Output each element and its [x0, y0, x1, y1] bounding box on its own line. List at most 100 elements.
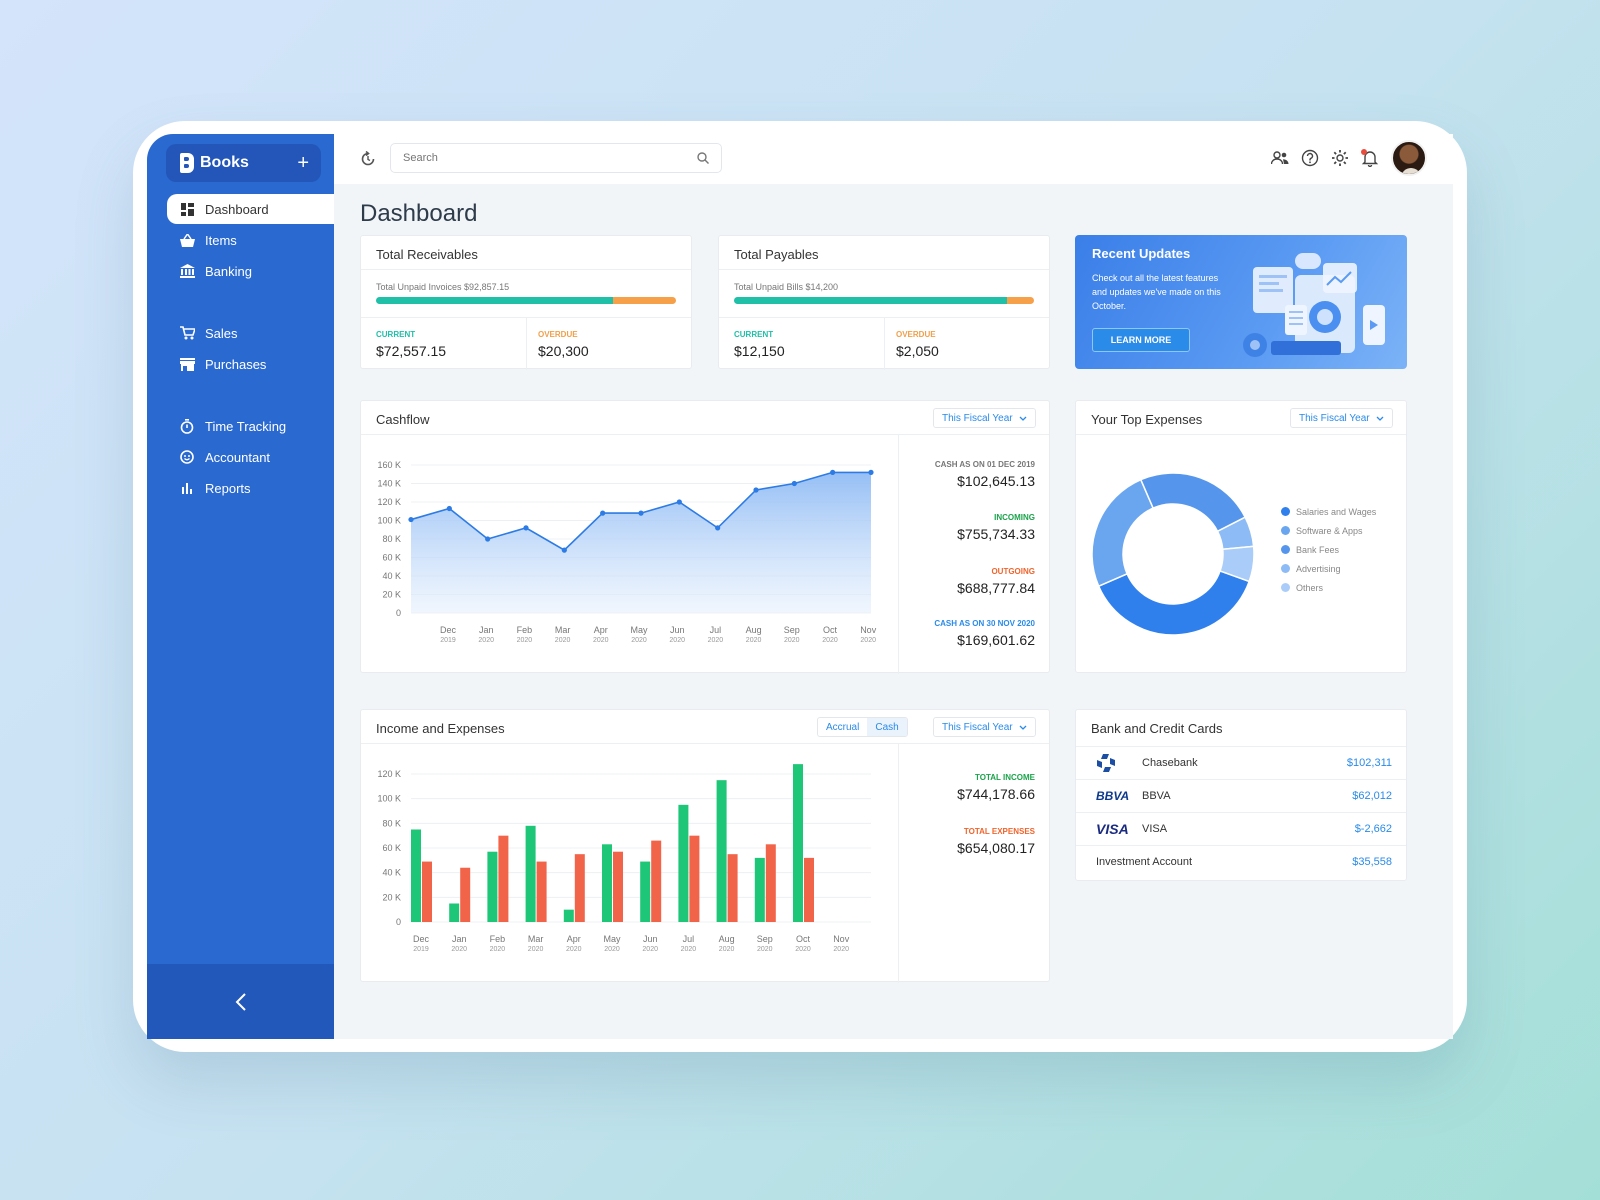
- page-title: Dashboard: [360, 200, 478, 227]
- card-title: Cashflow: [376, 412, 430, 427]
- recent-updates-banner: Recent Updates Check out all the latest …: [1075, 235, 1407, 369]
- incoming-value: $755,734.33: [957, 526, 1035, 542]
- card-title: Total Receivables: [376, 247, 478, 262]
- current-portion: [376, 297, 613, 304]
- sidebar-item-reports[interactable]: Reports: [167, 473, 334, 503]
- sidebar-item-sales[interactable]: Sales: [167, 318, 334, 348]
- x-tick-year: 2020: [822, 637, 838, 644]
- legend-label: Bank Fees: [1296, 544, 1340, 555]
- x-tick-year: 2020: [604, 946, 620, 953]
- unpaid-invoices-text: Total Unpaid Invoices $92,857.15: [376, 282, 510, 292]
- x-tick-year: 2020: [478, 637, 494, 644]
- legend-swatch: [1281, 564, 1290, 573]
- x-tick-year: 2020: [451, 946, 467, 953]
- income-bar: [525, 825, 536, 922]
- dashboard-icon: [179, 201, 195, 217]
- receivables-card: Total Receivables Total Unpaid Invoices …: [360, 235, 692, 370]
- accrual-tab[interactable]: Accrual: [818, 718, 867, 736]
- top-bar-actions: [1271, 140, 1427, 176]
- app-screen: Books + Dashboard Items Banking Sales Pu…: [147, 134, 1453, 1039]
- legend-label: Salaries and Wages: [1296, 506, 1377, 517]
- x-tick-label: Dec: [413, 934, 430, 944]
- search-input[interactable]: [403, 152, 697, 164]
- cash-start-value: $102,645.13: [957, 473, 1035, 489]
- bank-row[interactable]: Investment Account $35,558: [1076, 845, 1406, 877]
- device-frame: Books + Dashboard Items Banking Sales Pu…: [133, 121, 1467, 1052]
- bank-row[interactable]: BBVA BBVA $62,012: [1076, 779, 1406, 811]
- payables-progress-bar: [734, 297, 1034, 304]
- sidebar-item-purchases[interactable]: Purchases: [167, 349, 334, 379]
- expense-bar: [460, 867, 471, 922]
- sidebar-item-time-tracking[interactable]: Time Tracking: [167, 411, 334, 441]
- x-tick-label: Oct: [823, 625, 838, 635]
- expense-bar: [536, 861, 547, 922]
- help-icon[interactable]: [1301, 149, 1319, 167]
- search-icon[interactable]: [697, 152, 709, 164]
- y-tick-label: 120 K: [377, 497, 401, 507]
- x-tick-label: Jul: [683, 934, 695, 944]
- x-tick-label: Sep: [784, 625, 800, 635]
- income-bar: [793, 764, 803, 922]
- outgoing-label: OUTGOING: [991, 567, 1035, 576]
- chevron-down-icon: [1376, 416, 1384, 421]
- expenses-period-dropdown[interactable]: This Fiscal Year: [1290, 408, 1393, 428]
- notification-bell-icon[interactable]: [1361, 149, 1379, 167]
- bank-cards-card: Bank and Credit Cards Chasebank $102,311…: [1075, 709, 1407, 881]
- x-tick-year: 2020: [669, 637, 685, 644]
- y-tick-label: 80 K: [382, 818, 401, 828]
- search-box[interactable]: [390, 143, 722, 173]
- legend-label: Others: [1296, 582, 1324, 593]
- refresh-icon[interactable]: [360, 150, 376, 172]
- sidebar-item-dashboard[interactable]: Dashboard: [167, 194, 334, 224]
- x-tick-label: Nov: [860, 625, 877, 635]
- x-tick-label: Feb: [517, 625, 533, 635]
- legend-swatch: [1281, 545, 1290, 554]
- sidebar-item-label: Sales: [205, 325, 238, 341]
- x-tick-label: Nov: [833, 934, 850, 944]
- sidebar-item-banking[interactable]: Banking: [167, 256, 334, 286]
- incoming-label: INCOMING: [994, 513, 1035, 522]
- income-period-dropdown[interactable]: This Fiscal Year: [933, 717, 1036, 737]
- collapse-sidebar-button[interactable]: [147, 964, 334, 1039]
- bank-name: Investment Account: [1096, 855, 1192, 868]
- income-bar: [602, 844, 612, 922]
- current-label: CURRENT: [376, 330, 416, 339]
- chevron-down-icon: [1019, 416, 1027, 421]
- bbva-logo: BBVA: [1096, 788, 1130, 803]
- bank-row[interactable]: VISA VISA $-2,662: [1076, 812, 1406, 844]
- plus-icon[interactable]: +: [297, 153, 309, 173]
- bank-balance: $35,558: [1352, 855, 1392, 868]
- sidebar-item-items[interactable]: Items: [167, 225, 334, 255]
- top-expenses-donut: [1091, 472, 1255, 636]
- cash-tab[interactable]: Cash: [867, 718, 907, 736]
- x-tick-label: Jun: [643, 934, 658, 944]
- sidebar-item-label: Accountant: [205, 449, 271, 465]
- cashflow-period-dropdown[interactable]: This Fiscal Year: [933, 408, 1036, 428]
- cashflow-point: [676, 499, 682, 505]
- total-income-label: TOTAL INCOME: [975, 773, 1035, 782]
- settings-gear-icon[interactable]: [1331, 149, 1349, 167]
- card-title: Income and Expenses: [376, 721, 505, 736]
- card-title: Your Top Expenses: [1091, 412, 1203, 427]
- store-icon: [179, 356, 195, 372]
- updates-illustration: [1243, 253, 1385, 357]
- learn-more-button[interactable]: LEARN MORE: [1092, 328, 1190, 352]
- cashflow-point: [715, 525, 721, 531]
- brand-bar[interactable]: Books +: [166, 144, 321, 182]
- bank-name: VISA: [1142, 822, 1168, 835]
- sidebar-item-accountant[interactable]: Accountant: [167, 442, 334, 472]
- x-tick-year: 2019: [440, 637, 456, 644]
- legend-swatch: [1281, 526, 1290, 535]
- x-tick-year: 2020: [517, 637, 533, 644]
- users-icon[interactable]: [1271, 149, 1289, 167]
- bank-row[interactable]: Chasebank $102,311: [1076, 746, 1406, 778]
- donut-slice: [1091, 478, 1155, 588]
- expense-bar: [804, 857, 814, 922]
- avatar[interactable]: [1391, 140, 1427, 176]
- chase-logo-icon: [1076, 753, 1120, 773]
- overdue-portion: [613, 297, 676, 304]
- legend-item: Others: [1281, 578, 1376, 597]
- y-tick-label: 140 K: [377, 479, 401, 489]
- cashflow-point: [523, 525, 529, 531]
- expense-bar: [498, 835, 509, 922]
